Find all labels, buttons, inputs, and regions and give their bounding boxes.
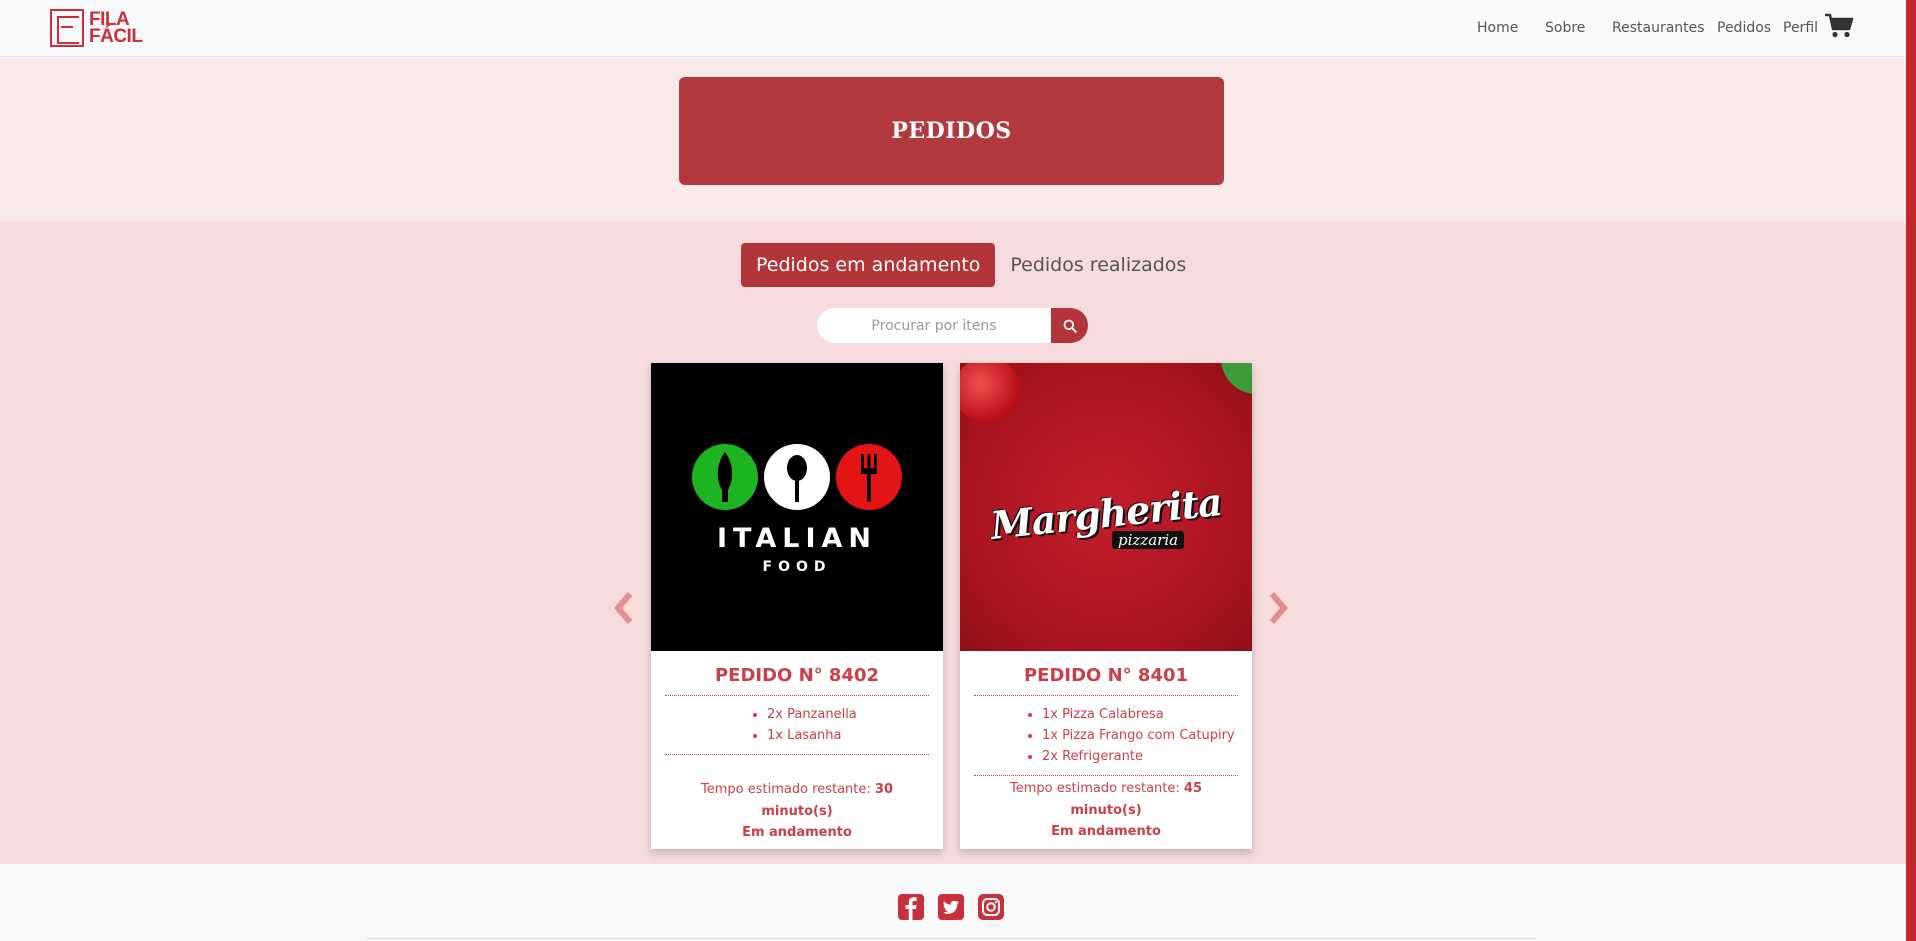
order-card[interactable]: ITALIAN FOOD PEDIDO N° 8402 2x Panzanell…	[651, 363, 943, 849]
image-brand-text: Margherita	[988, 479, 1224, 548]
scrollbar[interactable]	[1906, 0, 1916, 941]
nav-perfil[interactable]: Perfil	[1783, 20, 1818, 36]
eta-label: Tempo estimado restante:	[700, 782, 871, 797]
logo[interactable]: FILA FÁCIL	[50, 9, 143, 47]
facebook-icon[interactable]	[898, 894, 924, 920]
tomato-icon	[960, 363, 1020, 423]
order-card[interactable]: Margherita pizzaria PEDIDO N° 8401 1x Pi…	[960, 363, 1252, 849]
logo-icon	[50, 9, 84, 47]
nav-sobre[interactable]: Sobre	[1545, 20, 1585, 36]
image-brand-text: ITALIAN	[716, 523, 877, 554]
tab-orders-completed[interactable]: Pedidos realizados	[995, 243, 1201, 287]
spoon-icon	[764, 444, 830, 510]
order-status: Em andamento	[1051, 824, 1161, 839]
eta-label: Tempo estimado restante:	[1009, 781, 1180, 796]
search-input[interactable]	[817, 308, 1051, 343]
search-bar	[817, 308, 1088, 343]
search-icon	[1063, 319, 1077, 333]
order-eta: Tempo estimado restante: 30 minuto(s)	[665, 779, 929, 823]
order-title: PEDIDO N° 8402	[665, 665, 929, 696]
fork-icon-red	[836, 444, 902, 510]
tab-orders-in-progress[interactable]: Pedidos em andamento	[741, 243, 996, 287]
list-item: 1x Pizza Calabresa	[1042, 704, 1238, 725]
carousel-next-icon[interactable]	[1266, 590, 1290, 626]
order-tabs: Pedidos em andamento Pedidos realizados	[741, 243, 1201, 287]
nav-restaurantes[interactable]: Restaurantes	[1612, 20, 1705, 36]
list-item: 2x Refrigerante	[1042, 746, 1238, 767]
list-item: 1x Lasanha	[767, 725, 929, 746]
fork-icon-green	[692, 444, 758, 510]
cart-icon[interactable]	[1824, 13, 1854, 39]
search-button[interactable]	[1051, 308, 1088, 343]
list-item: 1x Pizza Frango com Catupiry	[1042, 725, 1238, 746]
order-status: Em andamento	[742, 825, 852, 840]
order-eta: Tempo estimado restante: 45 minuto(s)	[974, 778, 1238, 822]
carousel-prev-icon[interactable]	[612, 590, 636, 626]
page-title-box: PEDIDOS	[679, 77, 1224, 185]
logo-line-2: FÁCIL	[89, 26, 143, 47]
order-items-list: 2x Panzanella 1x Lasanha	[665, 696, 929, 755]
page-title: PEDIDOS	[891, 118, 1012, 144]
order-items-list: 1x Pizza Calabresa 1x Pizza Frango com C…	[974, 696, 1238, 776]
leaf-icon	[1220, 363, 1252, 400]
order-title: PEDIDO N° 8401	[974, 665, 1238, 696]
image-brand-subtext: pizzaria	[1112, 531, 1185, 549]
list-item: 2x Panzanella	[767, 704, 929, 725]
restaurant-logo-margherita: Margherita pizzaria	[960, 363, 1252, 651]
twitter-icon[interactable]	[938, 894, 964, 920]
nav-pedidos[interactable]: Pedidos	[1717, 20, 1771, 36]
restaurant-logo-italian-food: ITALIAN FOOD	[651, 363, 943, 651]
nav-home[interactable]: Home	[1477, 20, 1518, 36]
footer-divider	[366, 938, 1536, 939]
image-brand-subtext: FOOD	[762, 559, 832, 575]
instagram-icon[interactable]	[978, 894, 1004, 920]
